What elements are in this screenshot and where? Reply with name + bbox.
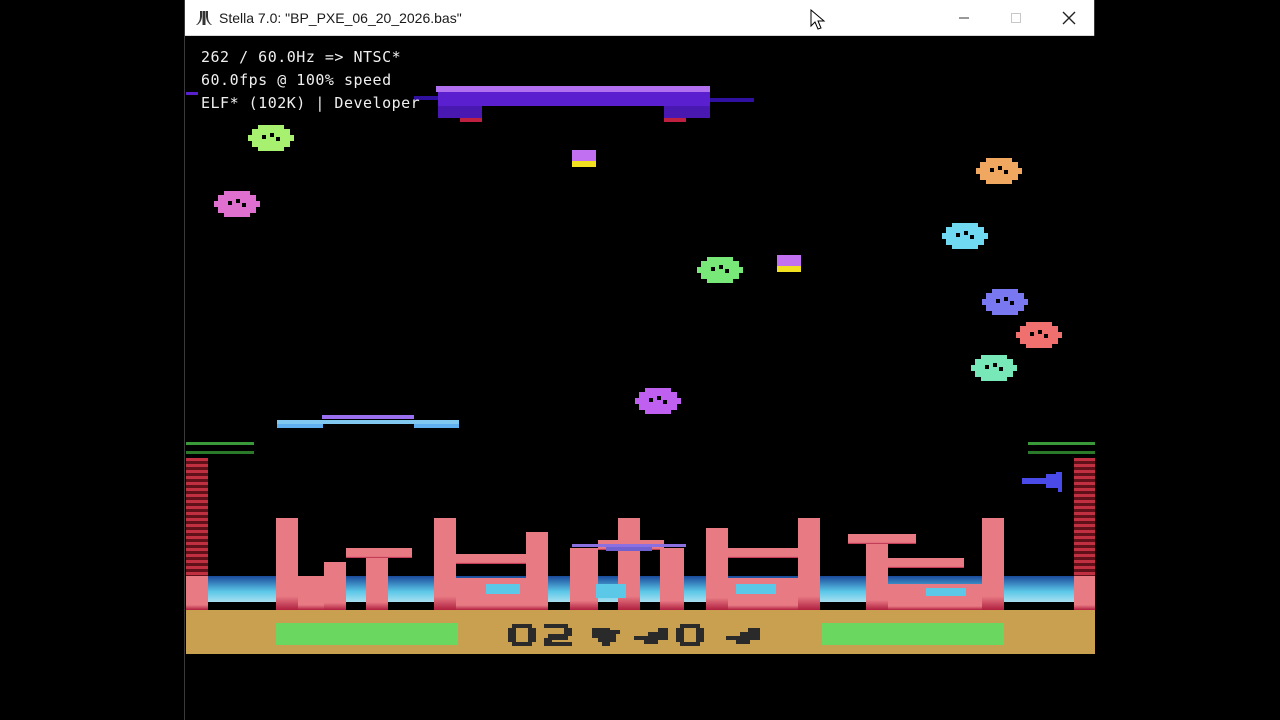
mothership-right-leg	[664, 106, 710, 118]
enemy-purple	[635, 388, 681, 414]
bomb-1-base	[572, 161, 596, 167]
maximize-button[interactable]	[989, 0, 1043, 36]
right-energy-bar	[822, 623, 1004, 645]
game-screen[interactable]: 02 262 / 60.0Hz => NTSC* 60.0fps @ 100% …	[186, 36, 1095, 720]
enemy-cyan	[942, 223, 988, 249]
left-energy-bar	[276, 623, 458, 645]
minimize-icon	[959, 17, 969, 19]
close-button[interactable]	[1042, 0, 1096, 36]
enemy-pink	[214, 191, 260, 217]
title-bar[interactable]: Stella 7.0: "BP_PXE_06_20_2026.bas"	[185, 0, 1094, 36]
shield-barrier-left	[277, 424, 323, 428]
osd-fps-info: 60.0fps @ 100% speed	[201, 71, 392, 89]
right-bunker-top-2	[1028, 451, 1095, 454]
mothership-hull	[438, 92, 710, 106]
left-bunker-top-2	[186, 451, 254, 454]
mothership-left-leg	[438, 106, 482, 118]
mothership-wing-right	[710, 98, 754, 102]
enemy-green-2	[697, 257, 743, 283]
bomb-2	[777, 255, 801, 266]
mouse-cursor-icon	[810, 9, 826, 30]
left-edge-marker	[186, 92, 198, 95]
cityscape	[186, 518, 1095, 610]
osd-rom-info: ELF* (102K) | Developer	[201, 94, 421, 112]
score-display	[508, 624, 760, 646]
shield-barrier-right	[414, 424, 459, 428]
emulator-window: Stella 7.0: "BP_PXE_06_20_2026.bas" 262 …	[184, 0, 1095, 720]
mothership-right-thruster	[664, 118, 686, 122]
mothership-left-thruster	[460, 118, 482, 122]
enemy-green	[248, 125, 294, 151]
close-icon	[1062, 11, 1076, 25]
minimize-button[interactable]	[937, 0, 991, 36]
enemy-red	[1016, 322, 1062, 348]
enemy-teal	[971, 355, 1017, 381]
atari-logo-icon	[196, 11, 212, 25]
osd-frame-info: 262 / 60.0Hz => NTSC*	[201, 48, 402, 66]
enemy-orange	[976, 158, 1022, 184]
shield-barrier-top	[322, 415, 414, 419]
bomb-2-base	[777, 266, 801, 272]
enemy-blue	[982, 289, 1028, 315]
player-ship[interactable]	[1022, 472, 1062, 492]
right-bunker-top	[1028, 442, 1095, 445]
bomb-1	[572, 150, 596, 161]
window-title: Stella 7.0: "BP_PXE_06_20_2026.bas"	[219, 10, 462, 26]
left-bunker-top	[186, 442, 254, 445]
maximize-icon	[1011, 13, 1021, 23]
